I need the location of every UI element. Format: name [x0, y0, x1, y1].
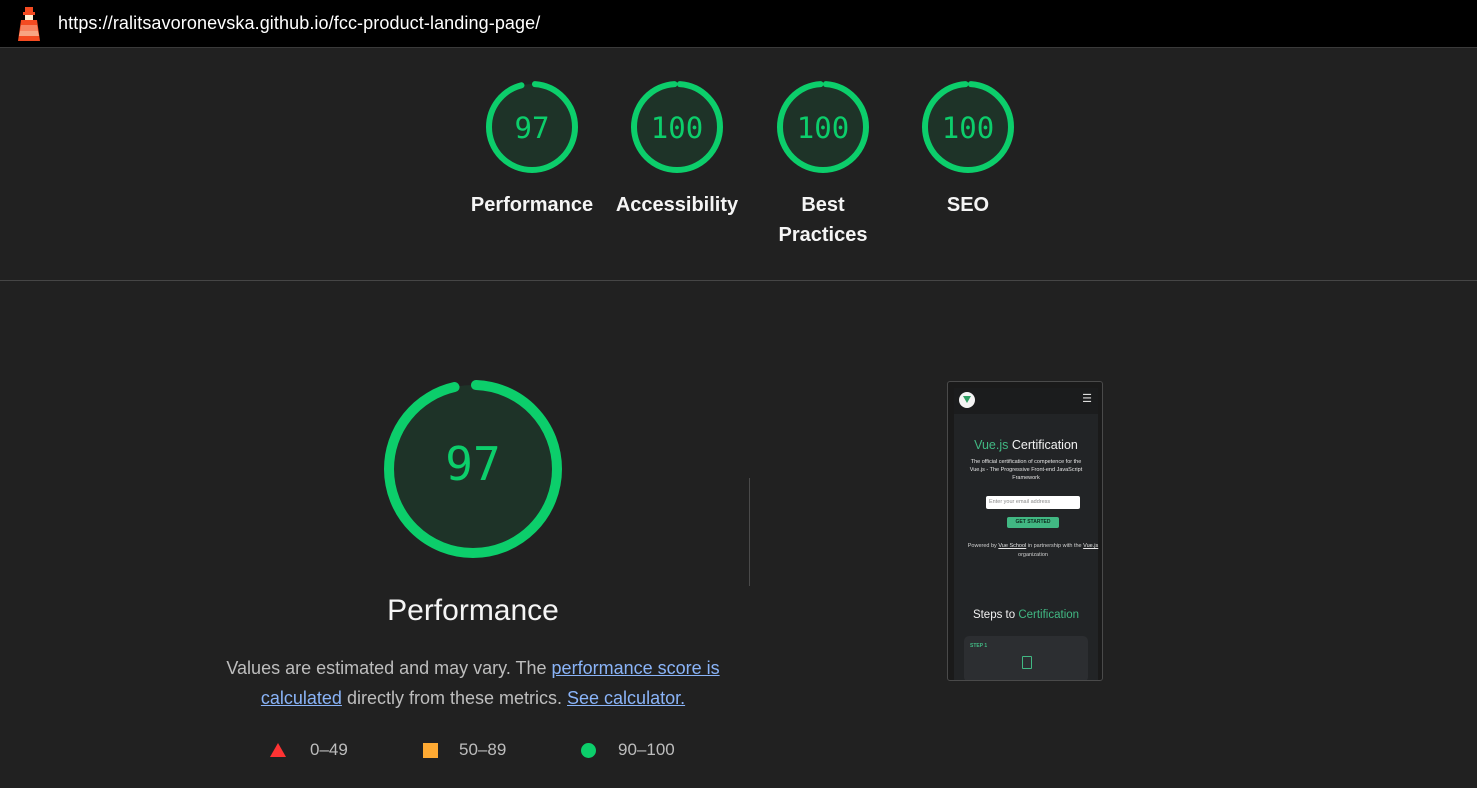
gauge-label: Performance	[470, 194, 594, 216]
gauge-accessibility[interactable]: 100 Accessibility	[612, 78, 742, 220]
vue-logo-icon	[959, 392, 975, 408]
screenshot-page: ☰ Vue.js Certification The official cert…	[954, 388, 1098, 680]
screenshot-steps-heading: Steps to Certification	[948, 609, 1102, 621]
orange-square-icon	[423, 743, 438, 758]
steps-text: Steps to	[972, 609, 1019, 621]
vertical-divider	[749, 478, 750, 586]
gauge-label: SEO	[946, 194, 990, 216]
gauge-label: Best Practices	[778, 194, 868, 246]
step-label: STEP 1	[970, 643, 988, 649]
red-triangle-icon	[270, 743, 286, 757]
powered-text: Powered by	[967, 543, 999, 549]
legend-range: 0–49	[310, 740, 348, 759]
gauge-score: 97	[514, 111, 550, 145]
screenshot-navbar: ☰	[954, 388, 1098, 414]
lighthouse-icon	[18, 7, 40, 41]
screenshot-step-card: STEP 1	[964, 636, 1088, 680]
legend-range: 50–89	[459, 740, 507, 759]
gauge-label: Accessibility	[615, 194, 739, 216]
performance-title: Performance	[387, 594, 559, 627]
screenshot-subtitle: The official certification of competence…	[969, 459, 1083, 481]
powered-link: Vue School	[998, 543, 1027, 549]
screenshot-powered-by: Powered by Vue School in partnership wit…	[964, 542, 1102, 560]
legend-range: 90–100	[618, 740, 675, 759]
title-rest: Certification	[1008, 438, 1078, 452]
title-green: Vue.js	[974, 438, 1009, 452]
screenshot-email-input: Enter your email address	[986, 496, 1080, 509]
green-circle-icon	[581, 743, 596, 758]
gauge-score: 100	[941, 111, 995, 145]
screenshot-title: Vue.js Certification	[954, 438, 1098, 452]
steps-green: Certification	[1018, 609, 1080, 621]
powered-text: organization	[1018, 552, 1048, 558]
powered-link: Vue.js	[1083, 543, 1099, 549]
gauge-performance[interactable]: 97 Performance	[467, 78, 597, 220]
screenshot-get-started-button: GET STARTED	[1007, 517, 1059, 528]
final-screenshot[interactable]: ☰ Vue.js Certification The official cert…	[947, 381, 1103, 681]
document-icon	[1022, 656, 1032, 669]
gauge-seo[interactable]: 100 SEO	[903, 78, 1033, 220]
top-bar: https://ralitsavoronevska.github.io/fcc-…	[0, 0, 1477, 48]
gauge-score: 100	[796, 111, 850, 145]
desc-text: directly from these metrics.	[341, 688, 568, 708]
gauge-score: 100	[650, 111, 704, 145]
gauge-best-practices[interactable]: 100 Best Practices	[758, 78, 888, 250]
desc-text: Values are estimated and may vary. The	[226, 658, 552, 678]
performance-score: 97	[445, 437, 501, 491]
powered-text: in partnership with the	[1026, 543, 1084, 549]
page-url[interactable]: https://ralitsavoronevska.github.io/fcc-…	[58, 13, 540, 34]
see-calculator-link[interactable]: See calculator.	[567, 688, 685, 708]
hamburger-icon: ☰	[1082, 393, 1092, 405]
performance-description: Values are estimated and may vary. The p…	[213, 653, 733, 713]
category-summary: 97 Performance 100 Accessibility 100 Bes…	[0, 48, 1477, 281]
